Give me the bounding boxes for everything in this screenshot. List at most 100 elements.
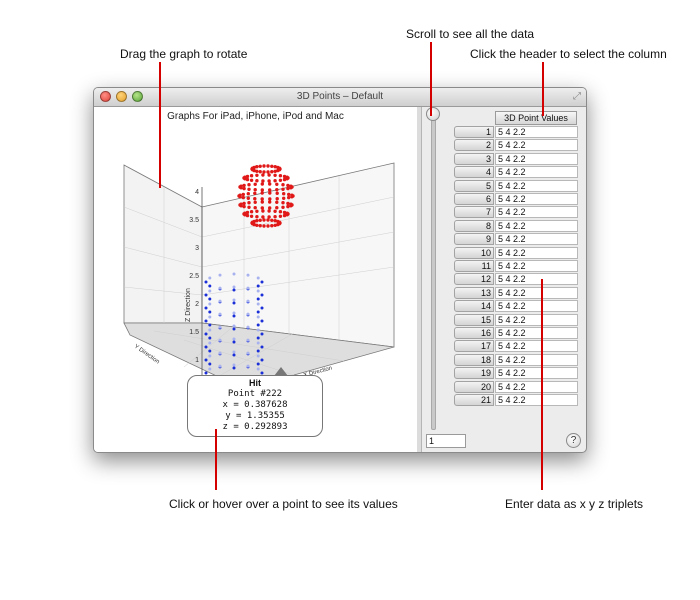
sphere-point[interactable] <box>253 188 257 192</box>
sphere-point[interactable] <box>258 164 262 168</box>
cylinder-point[interactable] <box>208 354 212 358</box>
row-value-cell[interactable]: 5 4 2.2 <box>495 126 578 138</box>
row-number[interactable]: 21 <box>454 394 494 406</box>
cylinder-point[interactable] <box>218 299 222 303</box>
table-row[interactable]: 13 5 4 2.2 <box>454 286 578 300</box>
row-index-field[interactable]: 1 <box>426 434 466 448</box>
row-value-cell[interactable]: 5 4 2.2 <box>495 152 578 165</box>
row-number[interactable]: 14 <box>454 300 494 313</box>
cylinder-point[interactable] <box>204 332 208 336</box>
table-row[interactable]: 12 5 4 2.2 <box>454 273 578 286</box>
row-number[interactable]: 20 <box>454 380 494 393</box>
cylinder-point[interactable] <box>232 350 236 354</box>
sphere-point[interactable] <box>258 170 262 174</box>
cylinder-point[interactable] <box>218 338 222 342</box>
sphere-point[interactable] <box>266 164 270 168</box>
cylinder-point[interactable] <box>256 367 260 371</box>
sphere-point[interactable] <box>270 164 274 168</box>
sphere-point[interactable] <box>268 197 272 201</box>
sphere-point[interactable] <box>255 215 259 219</box>
table-row[interactable]: 15 4 2.2 <box>454 126 578 139</box>
sphere-point[interactable] <box>238 193 242 197</box>
scroll-slider-track[interactable] <box>431 118 436 430</box>
sphere-point[interactable] <box>267 209 271 213</box>
sphere-point[interactable] <box>262 224 266 228</box>
row-value-cell[interactable]: 5 4 2.2 <box>495 233 578 246</box>
cylinder-point[interactable] <box>208 349 212 353</box>
sphere-point[interactable] <box>289 202 293 206</box>
sphere-point[interactable] <box>253 191 257 195</box>
cylinder-point[interactable] <box>260 345 264 349</box>
cylinder-point[interactable] <box>232 363 236 367</box>
cylinder-point[interactable] <box>260 319 264 323</box>
sphere-point[interactable] <box>255 165 259 169</box>
row-value-cell[interactable]: 5 4 2.2 <box>495 206 578 219</box>
sphere-point[interactable] <box>241 195 245 200</box>
sphere-point[interactable] <box>261 173 265 177</box>
sphere-point[interactable] <box>258 218 262 222</box>
row-number[interactable]: 17 <box>454 340 494 353</box>
cylinder-point[interactable] <box>256 276 260 280</box>
sphere-point[interactable] <box>239 202 243 206</box>
sphere-point[interactable] <box>260 206 264 210</box>
row-value-cell[interactable]: 5 4 2.2 <box>495 353 578 366</box>
row-number[interactable]: 12 <box>454 273 494 286</box>
sphere-point[interactable] <box>268 191 272 195</box>
sphere-point[interactable] <box>275 188 279 192</box>
sphere-point[interactable] <box>287 195 291 200</box>
sphere-point[interactable] <box>268 188 272 192</box>
sphere-point[interactable] <box>285 175 289 179</box>
row-value-cell[interactable]: 5 4 2.2 <box>495 273 578 286</box>
cylinder-point[interactable] <box>246 312 250 316</box>
cylinder-point[interactable] <box>208 367 212 371</box>
table-row[interactable]: 25 4 2.2 <box>454 139 578 152</box>
cylinder-point[interactable] <box>260 358 264 362</box>
sphere-point[interactable] <box>245 174 250 179</box>
cylinder-point[interactable] <box>232 337 236 341</box>
table-row[interactable]: 19 5 4 2.2 <box>454 367 578 380</box>
sphere-point[interactable] <box>242 186 246 191</box>
row-value-cell[interactable]: 5 4 2.2 <box>495 327 578 339</box>
table-row[interactable]: 10 5 4 2.2 <box>454 246 578 260</box>
table-row[interactable]: 35 4 2.2 <box>454 152 578 166</box>
sphere-point[interactable] <box>249 174 254 178</box>
cylinder-point[interactable] <box>256 341 260 345</box>
cylinder-point[interactable] <box>232 298 236 302</box>
cylinder-point[interactable] <box>256 354 260 358</box>
sphere-point[interactable] <box>253 206 257 210</box>
cylinder-point[interactable] <box>232 285 236 289</box>
cylinder-point[interactable] <box>204 293 208 297</box>
cylinder-point[interactable] <box>260 332 264 336</box>
sphere-point[interactable] <box>246 196 250 200</box>
sphere-point[interactable] <box>286 204 290 209</box>
sphere-point[interactable] <box>258 224 262 228</box>
sphere-point[interactable] <box>260 188 264 192</box>
sphere-point[interactable] <box>267 173 271 177</box>
cylinder-point[interactable] <box>260 306 264 310</box>
table-row[interactable]: 14 5 4 2.2 <box>454 300 578 313</box>
sphere-point[interactable] <box>268 206 272 210</box>
column-header[interactable]: 3D Point Values <box>495 111 577 125</box>
sphere-point[interactable] <box>278 210 283 214</box>
cylinder-point[interactable] <box>246 273 250 277</box>
sphere-point[interactable] <box>260 200 264 204</box>
cylinder-point[interactable] <box>208 310 212 314</box>
sphere-point[interactable] <box>267 215 271 219</box>
cylinder-point[interactable] <box>208 362 212 366</box>
sphere-point[interactable] <box>289 184 293 188</box>
row-number[interactable]: 5 <box>454 179 494 192</box>
table-row[interactable]: 20 5 4 2.2 <box>454 380 578 394</box>
sphere-point[interactable] <box>253 182 257 186</box>
cylinder-point[interactable] <box>232 340 236 344</box>
row-number[interactable]: 11 <box>454 260 494 272</box>
sphere-point[interactable] <box>242 183 246 188</box>
sphere-point[interactable] <box>275 182 279 186</box>
sphere-point[interactable] <box>287 192 291 197</box>
sphere-point[interactable] <box>273 209 277 213</box>
table-row[interactable]: 16 5 4 2.2 <box>454 327 578 340</box>
cylinder-point[interactable] <box>208 341 212 345</box>
cylinder-point[interactable] <box>208 297 212 301</box>
sphere-point[interactable] <box>260 191 264 195</box>
row-value-cell[interactable]: 5 4 2.2 <box>495 367 578 380</box>
cylinder-point[interactable] <box>208 328 212 332</box>
